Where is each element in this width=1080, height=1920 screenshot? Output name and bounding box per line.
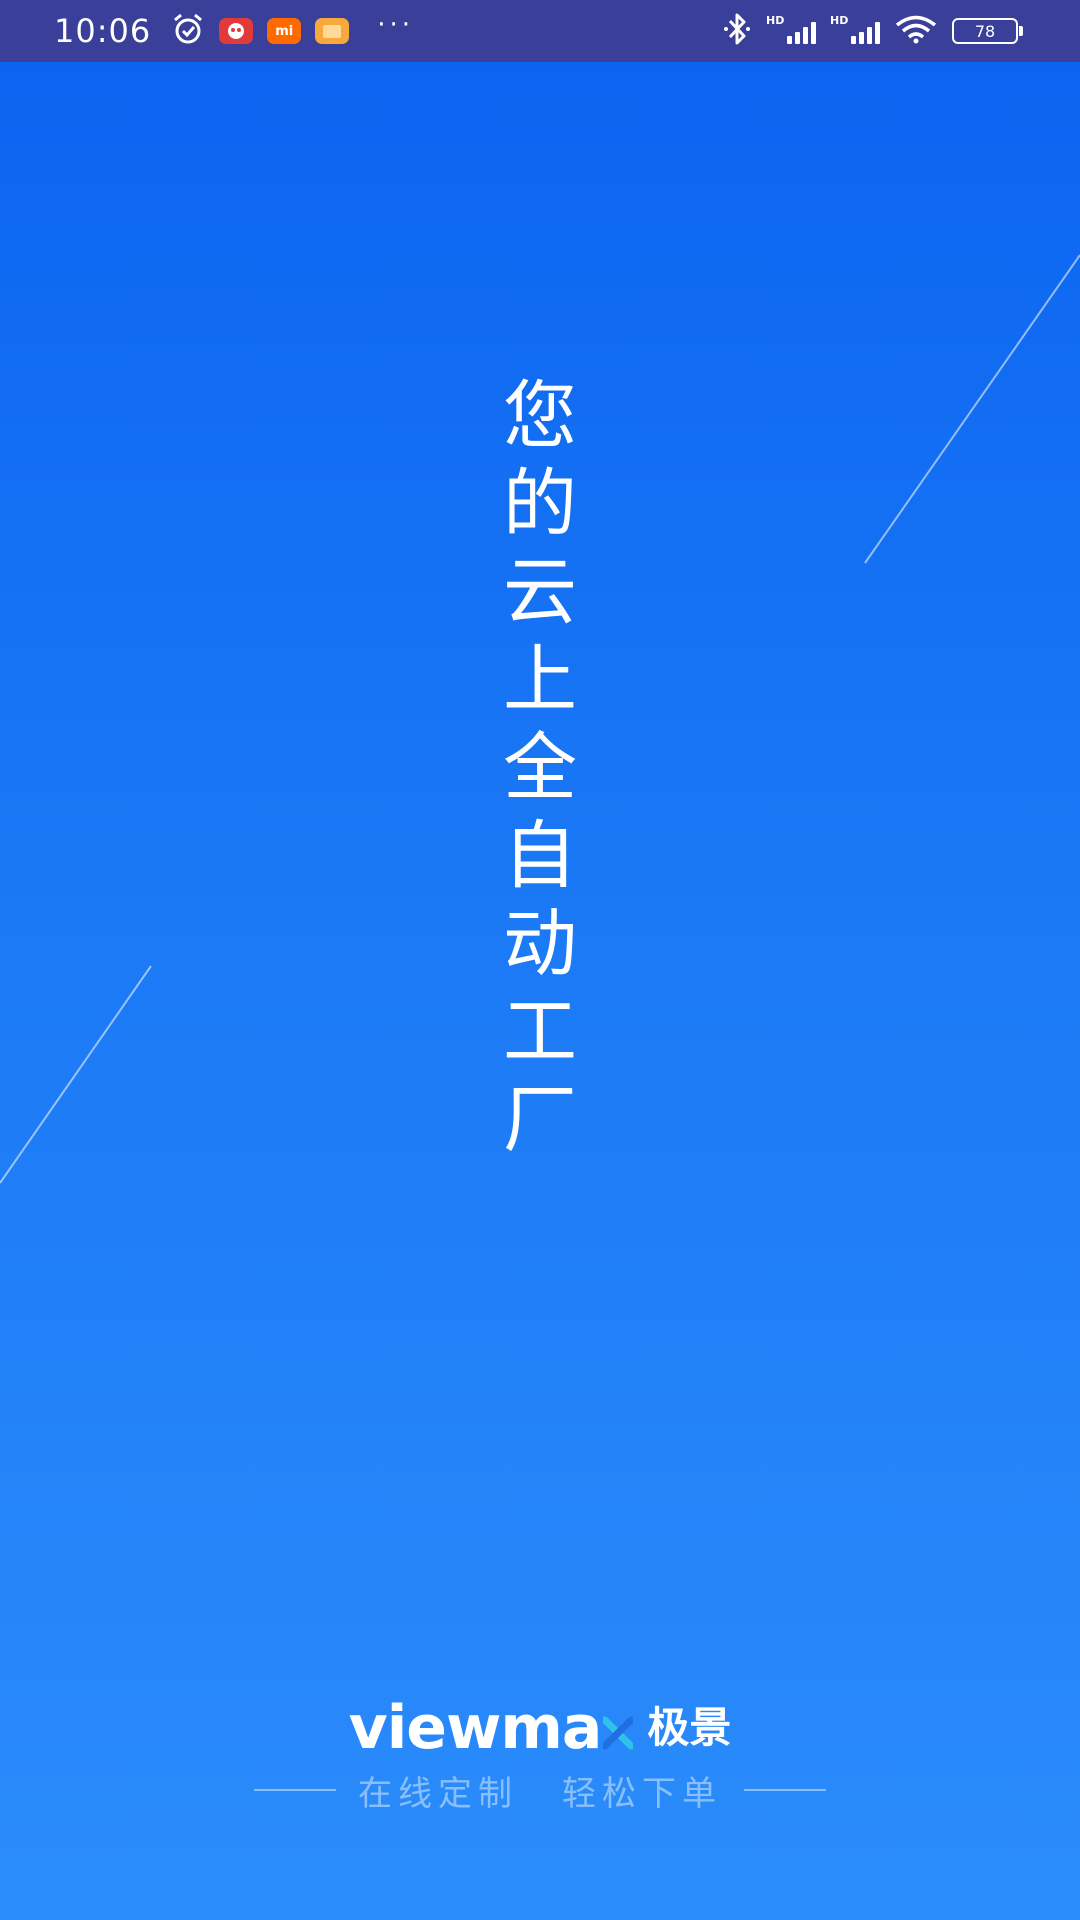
- battery-level: 78: [974, 21, 996, 41]
- more-icon: ···: [377, 10, 415, 40]
- app-orange-icon: mi: [267, 18, 302, 44]
- slogan-char: 全: [503, 725, 577, 811]
- brand-name-cn: 极景: [647, 1703, 732, 1752]
- brand-logo: viewma 极景: [0, 1696, 1080, 1760]
- tagline-part-1: 在线定制: [358, 1773, 518, 1814]
- status-bar-left: 10:06 mi ···: [54, 0, 414, 62]
- slogan-char: 云: [503, 549, 577, 635]
- tagline: 在线定制 轻松下单: [0, 1766, 1080, 1814]
- decorative-line-top-right: [864, 254, 1080, 564]
- status-time: 10:06: [54, 12, 152, 50]
- app-yellow-icon: [315, 18, 350, 44]
- decorative-line-left: [0, 965, 152, 1184]
- signal-hd-label: HD: [766, 14, 785, 27]
- bluetooth-icon: [722, 12, 752, 50]
- slogan-char: 上: [503, 637, 577, 723]
- slogan-char: 的: [503, 461, 577, 547]
- slogan-char: 工: [503, 989, 577, 1075]
- brand-x-mark-icon: [601, 1714, 635, 1750]
- app-red-icon: [219, 18, 254, 44]
- battery-icon: 78: [952, 18, 1023, 44]
- slogan-char: 您: [503, 373, 577, 459]
- tagline-divider-right: [744, 1789, 826, 1791]
- tagline-part-2: 轻松下单: [562, 1773, 722, 1814]
- alarm-icon: [171, 12, 205, 50]
- status-bar: 10:06 mi ··· HD HD 78: [0, 0, 1080, 62]
- slogan: 您 的 云 上 全 自 动 工 厂: [490, 372, 590, 1164]
- slogan-char: 自: [503, 813, 577, 899]
- slogan-char: 动: [503, 901, 577, 987]
- tagline-divider-left: [254, 1789, 336, 1791]
- signal-icon: HD: [830, 14, 880, 46]
- signal-hd-label: HD: [830, 14, 849, 27]
- brand-name-en: viewma: [348, 1693, 603, 1763]
- status-bar-right: HD HD 78: [722, 0, 1023, 62]
- wifi-icon: [894, 14, 938, 48]
- slogan-char: 厂: [503, 1077, 577, 1163]
- signal-icon: HD: [766, 14, 816, 46]
